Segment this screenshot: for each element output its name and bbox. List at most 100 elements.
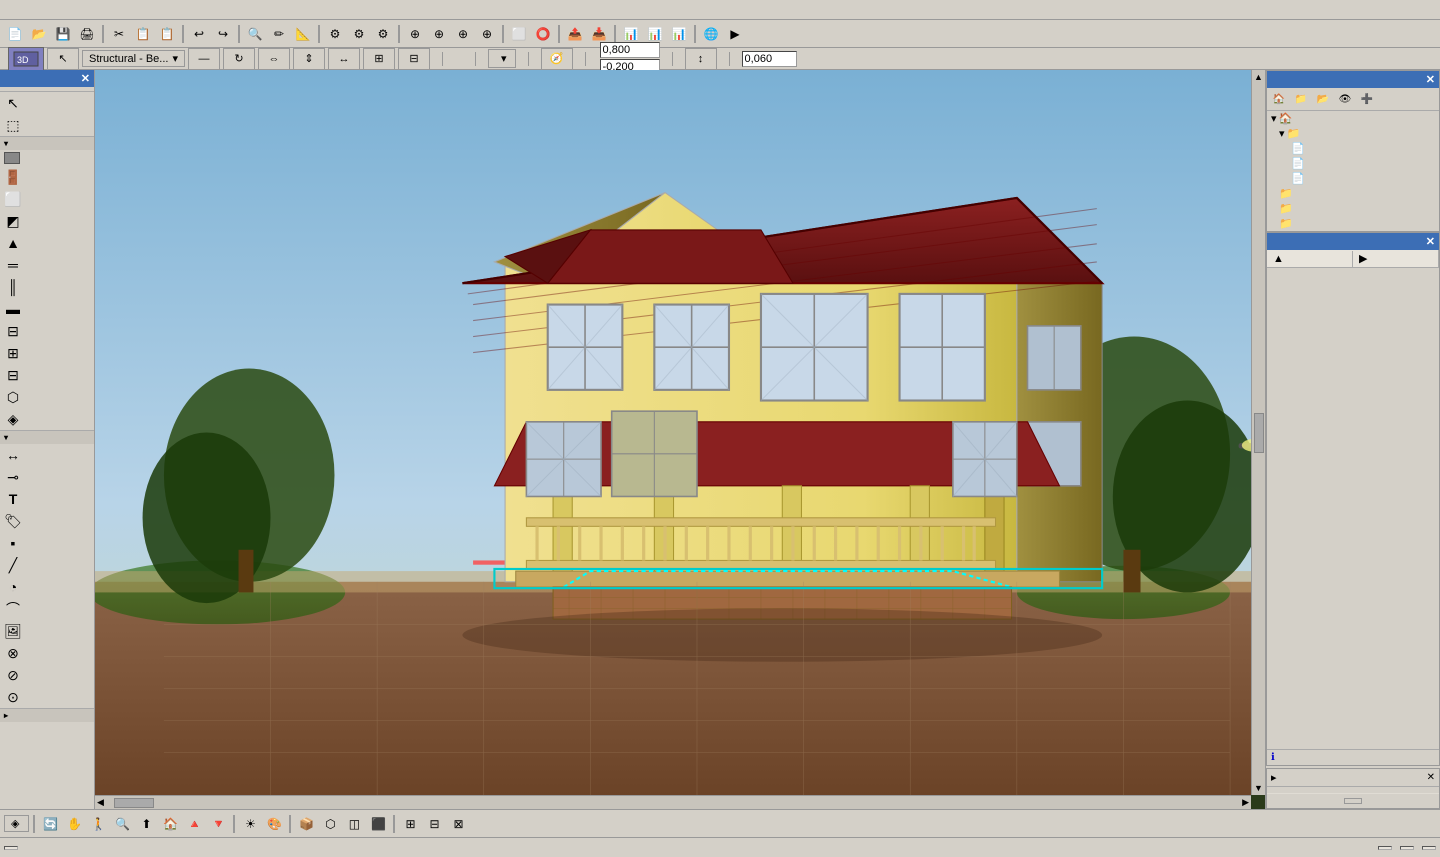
toolbar-anchor1[interactable]: ⊕ (404, 23, 426, 45)
toolbox-item-marquee[interactable]: ⬚ (0, 114, 94, 136)
scroll-right-arrow[interactable]: ▶ (1240, 795, 1251, 809)
tree-interior-elev[interactable]: 📁 (1267, 216, 1439, 231)
bb-sun[interactable]: ☀ (239, 813, 261, 835)
toolbox-item-arrow[interactable]: ↖ (0, 92, 94, 114)
toolbox-item-elevat[interactable]: ⊘ (0, 664, 94, 686)
toolbox-close-icon[interactable]: ✕ (81, 72, 90, 85)
toolbox-item-interi[interactable]: ⊙ (0, 686, 94, 708)
toolbox-section-design[interactable]: ▾ (0, 136, 94, 150)
bb-up[interactable]: 🔺 (183, 813, 205, 835)
toolbox-item-section[interactable]: ⊗ (0, 642, 94, 664)
toolbar-anchor4[interactable]: ⊕ (476, 23, 498, 45)
toolbar-circle[interactable]: ⭕ (532, 23, 554, 45)
navigator-close-icon[interactable]: ✕ (1426, 73, 1435, 86)
toolbox-item-drawing[interactable]: 🖼 (0, 620, 94, 642)
viewport-3d[interactable]: ▲ ▼ ◀ ▶ (95, 70, 1265, 809)
structural-dropdown[interactable]: Structural - Be... ▾ (82, 50, 185, 67)
toolbox-item-polyline[interactable]: ⌒ (0, 598, 94, 620)
nav-add-btn[interactable]: ➕ (1357, 90, 1377, 108)
bb-join[interactable]: ⊠ (447, 813, 469, 835)
toolbar-rect[interactable]: ⬜ (508, 23, 530, 45)
toolbox-item-beam[interactable]: ═ (0, 254, 94, 276)
tree-project-root[interactable]: ▾ 🏠 (1267, 111, 1439, 126)
tree-ground[interactable]: 📄 (1267, 171, 1439, 186)
toolbar-settings1[interactable]: ⚙ (324, 23, 346, 45)
align-btn[interactable]: ⊞ (363, 48, 395, 70)
prop-expand-icon[interactable]: ▸ (1271, 771, 1277, 784)
favorites-footer[interactable]: ℹ (1267, 749, 1439, 765)
bb-zoom[interactable]: ⬆ (135, 813, 157, 835)
bb-home[interactable]: 🏠 (159, 813, 181, 835)
fav-col-name[interactable]: ▶ (1353, 250, 1439, 267)
bb-pan[interactable]: ✋ (63, 813, 85, 835)
toolbox-item-slab[interactable]: ▬ (0, 298, 94, 320)
bb-split[interactable]: ⊞ (399, 813, 421, 835)
floor-plan-button[interactable]: ▾ (488, 49, 516, 68)
viewport-scrollbar-bottom[interactable]: ◀ ▶ (95, 795, 1251, 809)
tree-stories[interactable]: ▾ 📁 (1267, 126, 1439, 141)
nav-icon1[interactable]: 🧭 (541, 48, 573, 70)
nav-folder2-btn[interactable]: 📂 (1313, 90, 1333, 108)
3d-window-btn[interactable]: ◈ (4, 815, 29, 832)
toolbox-item-stair[interactable]: ⊟ (0, 320, 94, 342)
rotate-btn[interactable]: ↻ (223, 48, 255, 70)
nav-home-btn[interactable]: 🏠 (1269, 90, 1289, 108)
flip-v-btn[interactable]: ⇕ (293, 48, 325, 70)
tree-sections[interactable]: 📁 (1267, 186, 1439, 201)
toolbox-item-label[interactable]: 🏷 (0, 510, 94, 532)
toolbar-settings3[interactable]: ⚙ (372, 23, 394, 45)
toolbox-item-window[interactable]: ⬜ (0, 188, 94, 210)
toolbox-item-mesh[interactable]: ⊞ (0, 342, 94, 364)
viewport-scrollbar-right[interactable]: ▲ ▼ (1251, 70, 1265, 795)
scroll-left-arrow[interactable]: ◀ (95, 795, 106, 809)
toolbox-item-arc[interactable]: ◔ (0, 576, 94, 598)
scroll-down-arrow[interactable]: ▼ (1252, 781, 1265, 795)
tree-elevations[interactable]: 📁 (1267, 201, 1439, 216)
toolbar-anchor2[interactable]: ⊕ (428, 23, 450, 45)
extra-input[interactable] (742, 51, 797, 67)
toolbox-item-dimen[interactable]: ↔ (0, 444, 94, 466)
toolbox-item-line[interactable]: ╱ (0, 554, 94, 576)
toolbar-undo[interactable]: ↩ (188, 23, 210, 45)
toolbar-export[interactable]: 📤 (564, 23, 586, 45)
toolbox-item-column[interactable]: ║ (0, 276, 94, 298)
scale-btn[interactable]: ↔ (328, 48, 360, 70)
toolbar-paste[interactable]: 📋 (156, 23, 178, 45)
favorites-close-icon[interactable]: ✕ (1426, 235, 1435, 248)
toolbar-print[interactable]: 🖨 (76, 23, 98, 45)
toolbox-item-object[interactable]: ◈ (0, 408, 94, 430)
t-input[interactable] (600, 42, 660, 58)
line-thickness-btn[interactable]: — (188, 48, 220, 70)
view-3d-btn[interactable]: 3D (8, 47, 44, 71)
toolbar-anchor3[interactable]: ⊕ (452, 23, 474, 45)
properties-close-icon[interactable]: ✕ (1427, 772, 1435, 783)
bb-walk[interactable]: 🚶 (87, 813, 109, 835)
scroll-thumb[interactable] (1254, 413, 1264, 453)
toolbox-item-door[interactable]: 🚪 (0, 166, 94, 188)
toolbar-web[interactable]: 🌐 (700, 23, 722, 45)
bb-3d-mode[interactable]: 📦 (295, 813, 317, 835)
toolbox-item-skylight[interactable]: ◩ (0, 210, 94, 232)
toolbar-open[interactable]: 📂 (28, 23, 50, 45)
flip-h-btn[interactable]: ⇔ (258, 48, 290, 70)
bb-orbit[interactable]: 🔄 (39, 813, 61, 835)
tree-story1[interactable]: 📄 (1267, 156, 1439, 171)
toolbox-section-document[interactable]: ▾ (0, 430, 94, 444)
bb-down[interactable]: 🔻 (207, 813, 229, 835)
nav-icon2[interactable]: ↕ (685, 48, 717, 70)
toolbox-item-zone[interactable]: ⬡ (0, 386, 94, 408)
toolbox-item-fill[interactable]: ▪ (0, 532, 94, 554)
nav-folder-btn[interactable]: 📁 (1291, 90, 1311, 108)
toolbar-redo[interactable]: ↪ (212, 23, 234, 45)
view-arrow-btn[interactable]: ↖ (47, 48, 79, 70)
tree-story2[interactable]: 📄 (1267, 141, 1439, 156)
toolbar-chart3[interactable]: 📊 (668, 23, 690, 45)
scroll-up-arrow[interactable]: ▲ (1252, 70, 1265, 84)
toolbox-more[interactable]: ▸ (0, 708, 94, 722)
toolbox-item-roof[interactable]: ▲ (0, 232, 94, 254)
toolbar-pen[interactable]: ✏ (268, 23, 290, 45)
toolbox-item-wall[interactable] (0, 150, 94, 166)
toolbar-nav[interactable]: ▶ (724, 23, 746, 45)
settings-button[interactable] (1344, 798, 1362, 804)
bb-fly[interactable]: 🔍 (111, 813, 133, 835)
